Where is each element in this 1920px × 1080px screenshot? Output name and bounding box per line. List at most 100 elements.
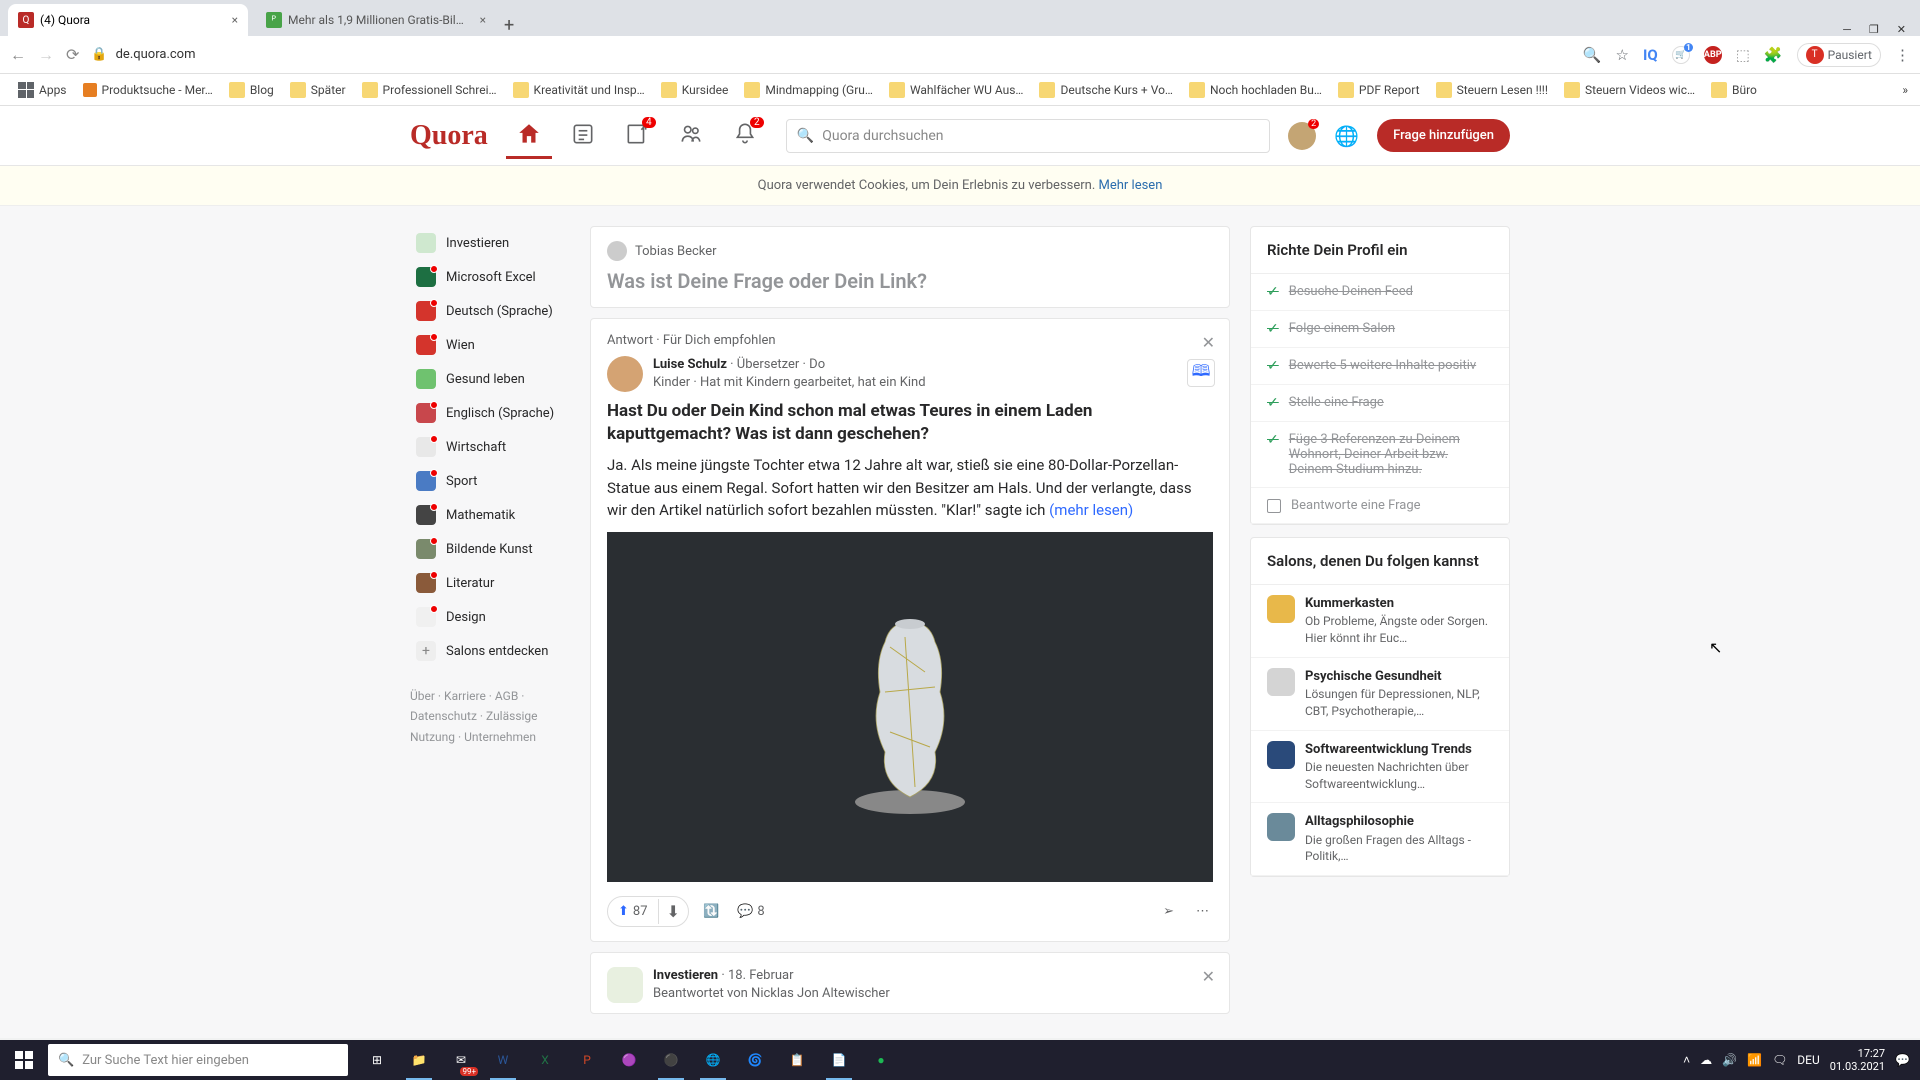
sidebar-space[interactable]: Englisch (Sprache): [410, 396, 570, 430]
bookmarks-overflow[interactable]: »: [1902, 83, 1908, 97]
browser-tab[interactable]: ᴾ Mehr als 1,9 Millionen Gratis-Bil… ×: [256, 4, 496, 36]
url-field[interactable]: 🔒 de.quora.com: [91, 47, 1570, 62]
volume-icon[interactable]: 🔊: [1722, 1053, 1737, 1067]
onedrive-icon[interactable]: ☁: [1700, 1053, 1712, 1067]
close-window-icon[interactable]: ✕: [1897, 23, 1906, 36]
notifications-icon[interactable]: 2: [722, 113, 768, 159]
bookmark[interactable]: Später: [284, 78, 352, 102]
close-icon[interactable]: ×: [232, 13, 238, 27]
sidebar-space[interactable]: Wien: [410, 328, 570, 362]
author-name[interactable]: Luise Schulz: [653, 357, 727, 372]
space-name[interactable]: Investieren: [653, 968, 718, 983]
checklist-item[interactable]: Beantworte eine Frage: [1251, 488, 1509, 524]
salon-item[interactable]: Softwareentwicklung TrendsDie neuesten N…: [1251, 731, 1509, 804]
taskview-button[interactable]: ⊞: [356, 1040, 398, 1080]
question-title[interactable]: Hast Du oder Dein Kind schon mal etwas T…: [607, 400, 1213, 446]
bookmark[interactable]: Kreativität und Insp…: [507, 78, 651, 102]
extension-icon[interactable]: IQ: [1643, 46, 1658, 64]
sidebar-space[interactable]: Design: [410, 600, 570, 634]
repost-button[interactable]: 🔃: [699, 900, 723, 923]
browser-tab-active[interactable]: Q (4) Quora ×: [8, 4, 248, 36]
read-more-link[interactable]: (mehr lesen): [1049, 501, 1133, 519]
profile-avatar[interactable]: 2: [1288, 122, 1316, 150]
sidebar-space[interactable]: Deutsch (Sprache): [410, 294, 570, 328]
quora-logo[interactable]: Quora: [410, 120, 488, 152]
share-button[interactable]: ➢: [1159, 900, 1178, 923]
checklist-item[interactable]: ✓Stelle eine Frage: [1251, 385, 1509, 422]
salon-item[interactable]: Psychische GesundheitLösungen für Depres…: [1251, 658, 1509, 731]
downvote-button[interactable]: ⬇: [659, 897, 688, 926]
spaces-icon[interactable]: [668, 113, 714, 159]
discover-spaces[interactable]: + Salons entdecken: [410, 634, 570, 668]
bookmark[interactable]: Wahlfächer WU Aus…: [883, 78, 1030, 102]
ask-prompt[interactable]: Was ist Deine Frage oder Dein Link?: [607, 269, 1213, 293]
clock[interactable]: 17:2701.03.2021: [1830, 1047, 1885, 1073]
minimize-icon[interactable]: ─: [1843, 23, 1851, 36]
word-icon[interactable]: W: [482, 1040, 524, 1080]
zoom-icon[interactable]: 🔍: [1583, 46, 1602, 64]
sidebar-space[interactable]: Investieren: [410, 226, 570, 260]
apps-button[interactable]: Apps: [12, 78, 73, 102]
comment-button[interactable]: 💬 8: [733, 900, 769, 923]
checklist-item[interactable]: ✓Besuche Deinen Feed: [1251, 274, 1509, 311]
bookmark[interactable]: Steuern Lesen !!!!: [1430, 78, 1554, 102]
edge-icon[interactable]: 🌀: [734, 1040, 776, 1080]
mail-icon[interactable]: ✉99+: [440, 1040, 482, 1080]
bookmark[interactable]: Mindmapping (Gru…: [738, 78, 879, 102]
checklist-item[interactable]: ✓Füge 3 Referenzen zu Deinem Wohnort, De…: [1251, 422, 1509, 488]
bookmark[interactable]: PDF Report: [1332, 78, 1426, 102]
more-button[interactable]: ⋯: [1192, 900, 1213, 923]
abp-icon[interactable]: ABP: [1704, 46, 1722, 64]
battery-icon[interactable]: 🗨: [1772, 1053, 1787, 1067]
bookmark[interactable]: Professionell Schrei…: [356, 78, 503, 102]
sidebar-space[interactable]: Mathematik: [410, 498, 570, 532]
spotify-icon[interactable]: ●: [860, 1040, 902, 1080]
upvote-button[interactable]: ⬆87: [608, 899, 659, 924]
taskbar-search[interactable]: 🔍Zur Suche Text hier eingeben: [48, 1044, 348, 1076]
sidebar-space[interactable]: Bildende Kunst: [410, 532, 570, 566]
wifi-icon[interactable]: 📶: [1747, 1053, 1762, 1067]
extensions-icon[interactable]: 🧩: [1764, 46, 1783, 64]
sidebar-space[interactable]: Microsoft Excel: [410, 260, 570, 294]
cookie-more-link[interactable]: Mehr lesen: [1099, 178, 1163, 193]
sidebar-space[interactable]: Literatur: [410, 566, 570, 600]
bookmark[interactable]: Steuern Videos wic…: [1558, 78, 1701, 102]
add-question-button[interactable]: Frage hinzufügen: [1377, 119, 1510, 152]
footer-links[interactable]: Über · Karriere · AGB · Datenschutz · Zu…: [410, 686, 570, 747]
profile-paused[interactable]: T Pausiert: [1797, 43, 1881, 67]
ask-question-card[interactable]: Tobias Becker Was ist Deine Frage oder D…: [590, 226, 1230, 308]
salon-item[interactable]: KummerkastenOb Probleme, Ängste oder Sor…: [1251, 585, 1509, 658]
close-icon[interactable]: ✕: [1202, 333, 1215, 352]
menu-icon[interactable]: ⋮: [1895, 46, 1910, 64]
star-icon[interactable]: ☆: [1616, 46, 1629, 64]
chrome-icon[interactable]: 🌐: [692, 1040, 734, 1080]
bookmark[interactable]: Blog: [223, 78, 280, 102]
app-icon[interactable]: 🟣: [608, 1040, 650, 1080]
avatar[interactable]: [607, 356, 643, 392]
checklist-item[interactable]: ✓Bewerte 5 weitere Inhalte positiv: [1251, 348, 1509, 385]
post-image[interactable]: [607, 532, 1213, 882]
bookmark-icon[interactable]: 🕮: [1187, 359, 1215, 387]
start-button[interactable]: [0, 1040, 48, 1080]
checklist-item[interactable]: ✓Folge einem Salon: [1251, 311, 1509, 348]
sidebar-space[interactable]: Wirtschaft: [410, 430, 570, 464]
tray-chevron-icon[interactable]: ˄: [1683, 1053, 1690, 1067]
new-tab-button[interactable]: +: [496, 15, 522, 36]
close-icon[interactable]: ×: [480, 13, 486, 27]
salon-item[interactable]: AlltagsphilosophieDie großen Fragen des …: [1251, 803, 1509, 876]
forward-button[interactable]: →: [38, 45, 54, 65]
space-avatar[interactable]: [607, 967, 643, 1003]
bookmark[interactable]: Kursidee: [655, 78, 735, 102]
following-icon[interactable]: [560, 113, 606, 159]
answer-icon[interactable]: 4: [614, 113, 660, 159]
bookmark[interactable]: Noch hochladen Bu…: [1183, 78, 1328, 102]
excel-icon[interactable]: X: [524, 1040, 566, 1080]
obs-icon[interactable]: ⚫: [650, 1040, 692, 1080]
app-icon[interactable]: 📋: [776, 1040, 818, 1080]
extension-icon[interactable]: 🛒1: [1672, 46, 1690, 64]
sidebar-space[interactable]: Sport: [410, 464, 570, 498]
home-icon[interactable]: [506, 113, 552, 159]
powerpoint-icon[interactable]: P: [566, 1040, 608, 1080]
bookmark[interactable]: Büro: [1705, 78, 1763, 102]
search-input[interactable]: 🔍 Quora durchsuchen: [786, 119, 1270, 153]
